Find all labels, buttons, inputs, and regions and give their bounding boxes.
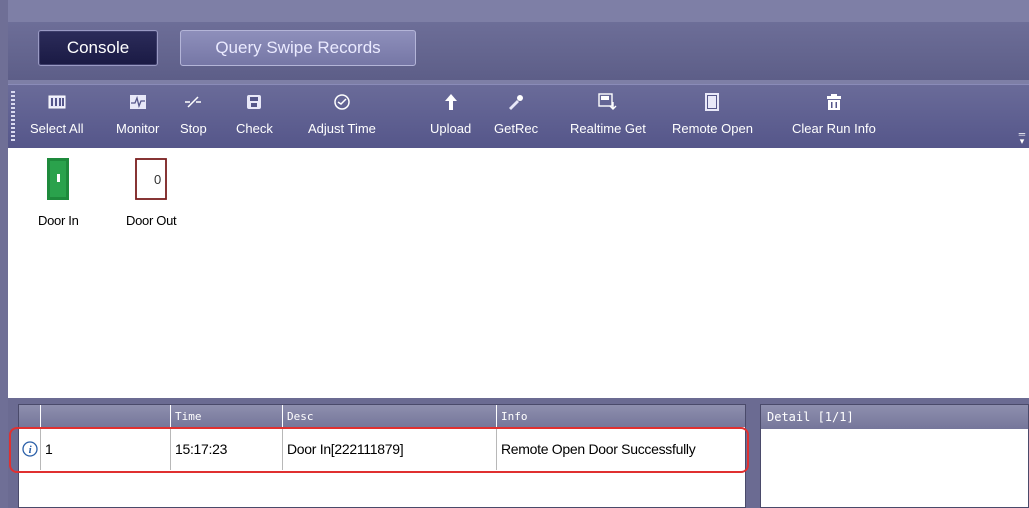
select-all-label: Select All [30, 121, 84, 136]
upload-arrow-icon [443, 91, 459, 113]
tab-query-swipe-records[interactable]: Query Swipe Records [180, 30, 416, 66]
monitor-button[interactable]: Monitor [116, 91, 159, 143]
trash-icon [825, 91, 843, 113]
door-in[interactable]: Door In [38, 158, 79, 228]
stop-button[interactable]: Stop [180, 91, 207, 143]
stop-label: Stop [180, 121, 207, 136]
getrec-button[interactable]: GetRec [494, 91, 538, 143]
detail-panel: Detail [1/1] [760, 404, 1029, 508]
select-all-icon [48, 91, 66, 113]
col-header-desc[interactable]: Desc [283, 405, 497, 427]
upload-button[interactable]: Upload [430, 91, 471, 143]
tab-console[interactable]: Console [38, 30, 158, 66]
door-open-icon [47, 158, 70, 205]
upload-label: Upload [430, 121, 472, 136]
remote-open-label: Remote Open [672, 121, 753, 136]
col-header-num[interactable] [41, 405, 171, 427]
realtime-get-button[interactable]: Realtime Get [570, 91, 646, 143]
door-out-glyph: 0 [154, 172, 161, 187]
remote-open-icon [703, 91, 721, 113]
get-record-icon [507, 91, 525, 113]
check-button[interactable]: Check [236, 91, 273, 143]
toolbar-grip[interactable] [11, 91, 15, 143]
tab-bar: Console Query Swipe Records [8, 22, 1029, 80]
col-header-info[interactable]: Info [497, 405, 745, 427]
col-header-time[interactable]: Time [171, 405, 283, 427]
row-desc: Door In[222111879] [283, 427, 497, 470]
adjust-time-button[interactable]: Adjust Time [308, 91, 376, 143]
remote-open-button[interactable]: Remote Open [672, 91, 753, 143]
bottom-panel: Time Desc Info i 1 15:17:23 Door In[2221… [8, 398, 1029, 508]
toolbar-overflow-chevron-icon[interactable]: ═ ▾ [1017, 130, 1027, 146]
realtime-get-label: Realtime Get [570, 121, 646, 136]
door-closed-icon: 0 [135, 158, 168, 205]
col-header-icon[interactable] [19, 405, 41, 427]
check-icon [245, 91, 263, 113]
check-label: Check [236, 121, 273, 136]
clock-icon [333, 91, 351, 113]
clear-run-info-label: Clear Run Info [792, 121, 876, 136]
run-info-table: Time Desc Info i 1 15:17:23 Door In[2221… [18, 404, 746, 508]
monitor-label: Monitor [116, 121, 160, 136]
door-out[interactable]: 0 Door Out [126, 158, 177, 228]
stop-icon [184, 91, 202, 113]
row-info: Remote Open Door Successfully [501, 440, 696, 457]
row-time: 15:17:23 [171, 427, 283, 470]
monitor-icon [129, 91, 147, 113]
getrec-label: GetRec [494, 121, 539, 136]
door-out-label: Door Out [126, 213, 177, 228]
toolbar: Select All Monitor Stop Check Adjust Tim… [8, 84, 1029, 148]
info-icon: i [19, 427, 41, 470]
adjust-time-label: Adjust Time [308, 121, 376, 136]
door-in-label: Door In [38, 213, 79, 228]
select-all-button[interactable]: Select All [30, 91, 83, 143]
realtime-get-icon [598, 91, 618, 113]
row-num: 1 [41, 427, 171, 470]
door-panel: Door In 0 Door Out [8, 148, 1029, 398]
clear-run-info-button[interactable]: Clear Run Info [792, 91, 876, 143]
detail-header: Detail [1/1] [761, 405, 1028, 429]
